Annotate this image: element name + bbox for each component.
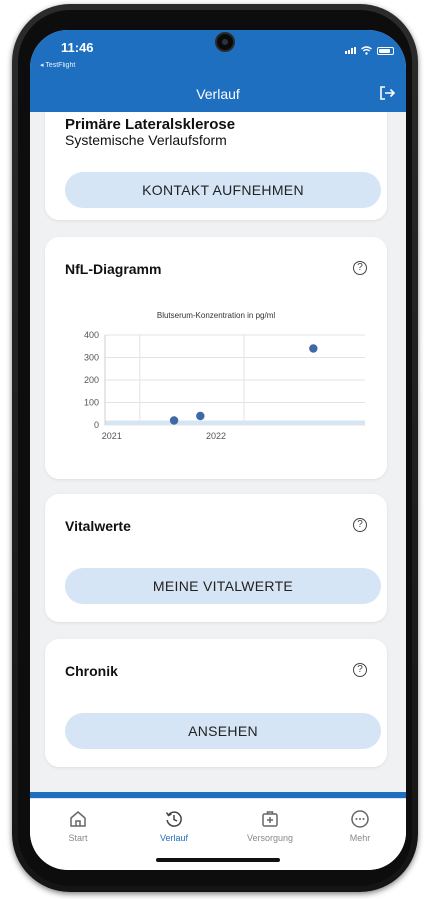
y-tick-label: 0 [94, 420, 99, 430]
home-indicator [156, 858, 280, 862]
tab-verlauf-label: Verlauf [159, 833, 189, 843]
scroll-content[interactable]: Primäre Lateralsklerose Systemische Verl… [30, 112, 406, 798]
diagnosis-course: Systemische Verlaufsform [65, 132, 227, 148]
data-point [309, 344, 318, 353]
diagnosis-card: Primäre Lateralsklerose Systemische Verl… [45, 112, 387, 220]
help-icon[interactable]: ? [353, 663, 367, 677]
y-tick-label: 200 [84, 375, 99, 385]
x-tick-label: 2022 [206, 431, 226, 441]
page-title: Verlauf [196, 86, 240, 102]
x-tick-label: 2021 [102, 431, 122, 441]
tab-versorgung[interactable]: Versorgung [230, 809, 310, 843]
vitals-card: Vitalwerte ? MEINE VITALWERTE [45, 494, 387, 622]
help-icon[interactable]: ? [353, 518, 367, 532]
nfl-scatter-chart: 400 300 200 100 02021 2022 [84, 330, 365, 441]
tab-mehr[interactable]: Mehr [320, 809, 400, 843]
reference-band [105, 420, 365, 425]
y-tick-label: 400 [84, 330, 99, 340]
wifi-icon [361, 46, 372, 55]
signal-icon [345, 47, 356, 54]
back-to-app-link[interactable]: ◂ TestFlight [40, 61, 75, 69]
nfl-chart-card: NfL-Diagramm ? Blutserum-Konzentration i… [45, 237, 387, 479]
diagnosis-name: Primäre Lateralsklerose [65, 116, 236, 133]
contact-button[interactable]: KONTAKT AUFNEHMEN [65, 172, 381, 208]
front-camera [215, 32, 235, 52]
battery-icon [377, 46, 394, 55]
chart-title: Blutserum-Konzentration in pg/ml [156, 311, 276, 320]
chronicle-card-title: Chronik [65, 663, 118, 679]
home-icon [70, 811, 86, 827]
my-vitals-button[interactable]: MEINE VITALWERTE [65, 568, 381, 604]
logout-icon[interactable] [378, 84, 396, 102]
medical-kit-icon [262, 811, 278, 827]
vitals-card-title: Vitalwerte [65, 518, 131, 534]
tab-versorgung-label: Versorgung [246, 833, 294, 843]
tab-verlauf[interactable]: Verlauf [134, 809, 214, 843]
data-point [196, 411, 205, 421]
status-time: 11:46 [61, 40, 94, 55]
y-tick-label: 100 [84, 398, 99, 408]
tab-start-label: Start [68, 833, 88, 843]
view-chronicle-button[interactable]: ANSEHEN [65, 713, 381, 749]
tab-start[interactable]: Start [38, 809, 118, 843]
history-icon [165, 811, 182, 827]
tab-mehr-label: Mehr [349, 833, 371, 843]
nfl-card-title: NfL-Diagramm [65, 261, 162, 277]
app-screen: 11:46 ◂ TestFlight Verlauf Primäre Later… [30, 30, 406, 870]
chronicle-card: Chronik ? ANSEHEN [45, 639, 387, 767]
top-app-bar: Verlauf [30, 76, 406, 112]
help-icon[interactable]: ? [353, 261, 367, 275]
more-icon [351, 810, 369, 828]
status-icons [345, 46, 394, 55]
data-point [169, 416, 179, 425]
y-tick-label: 300 [84, 353, 99, 363]
